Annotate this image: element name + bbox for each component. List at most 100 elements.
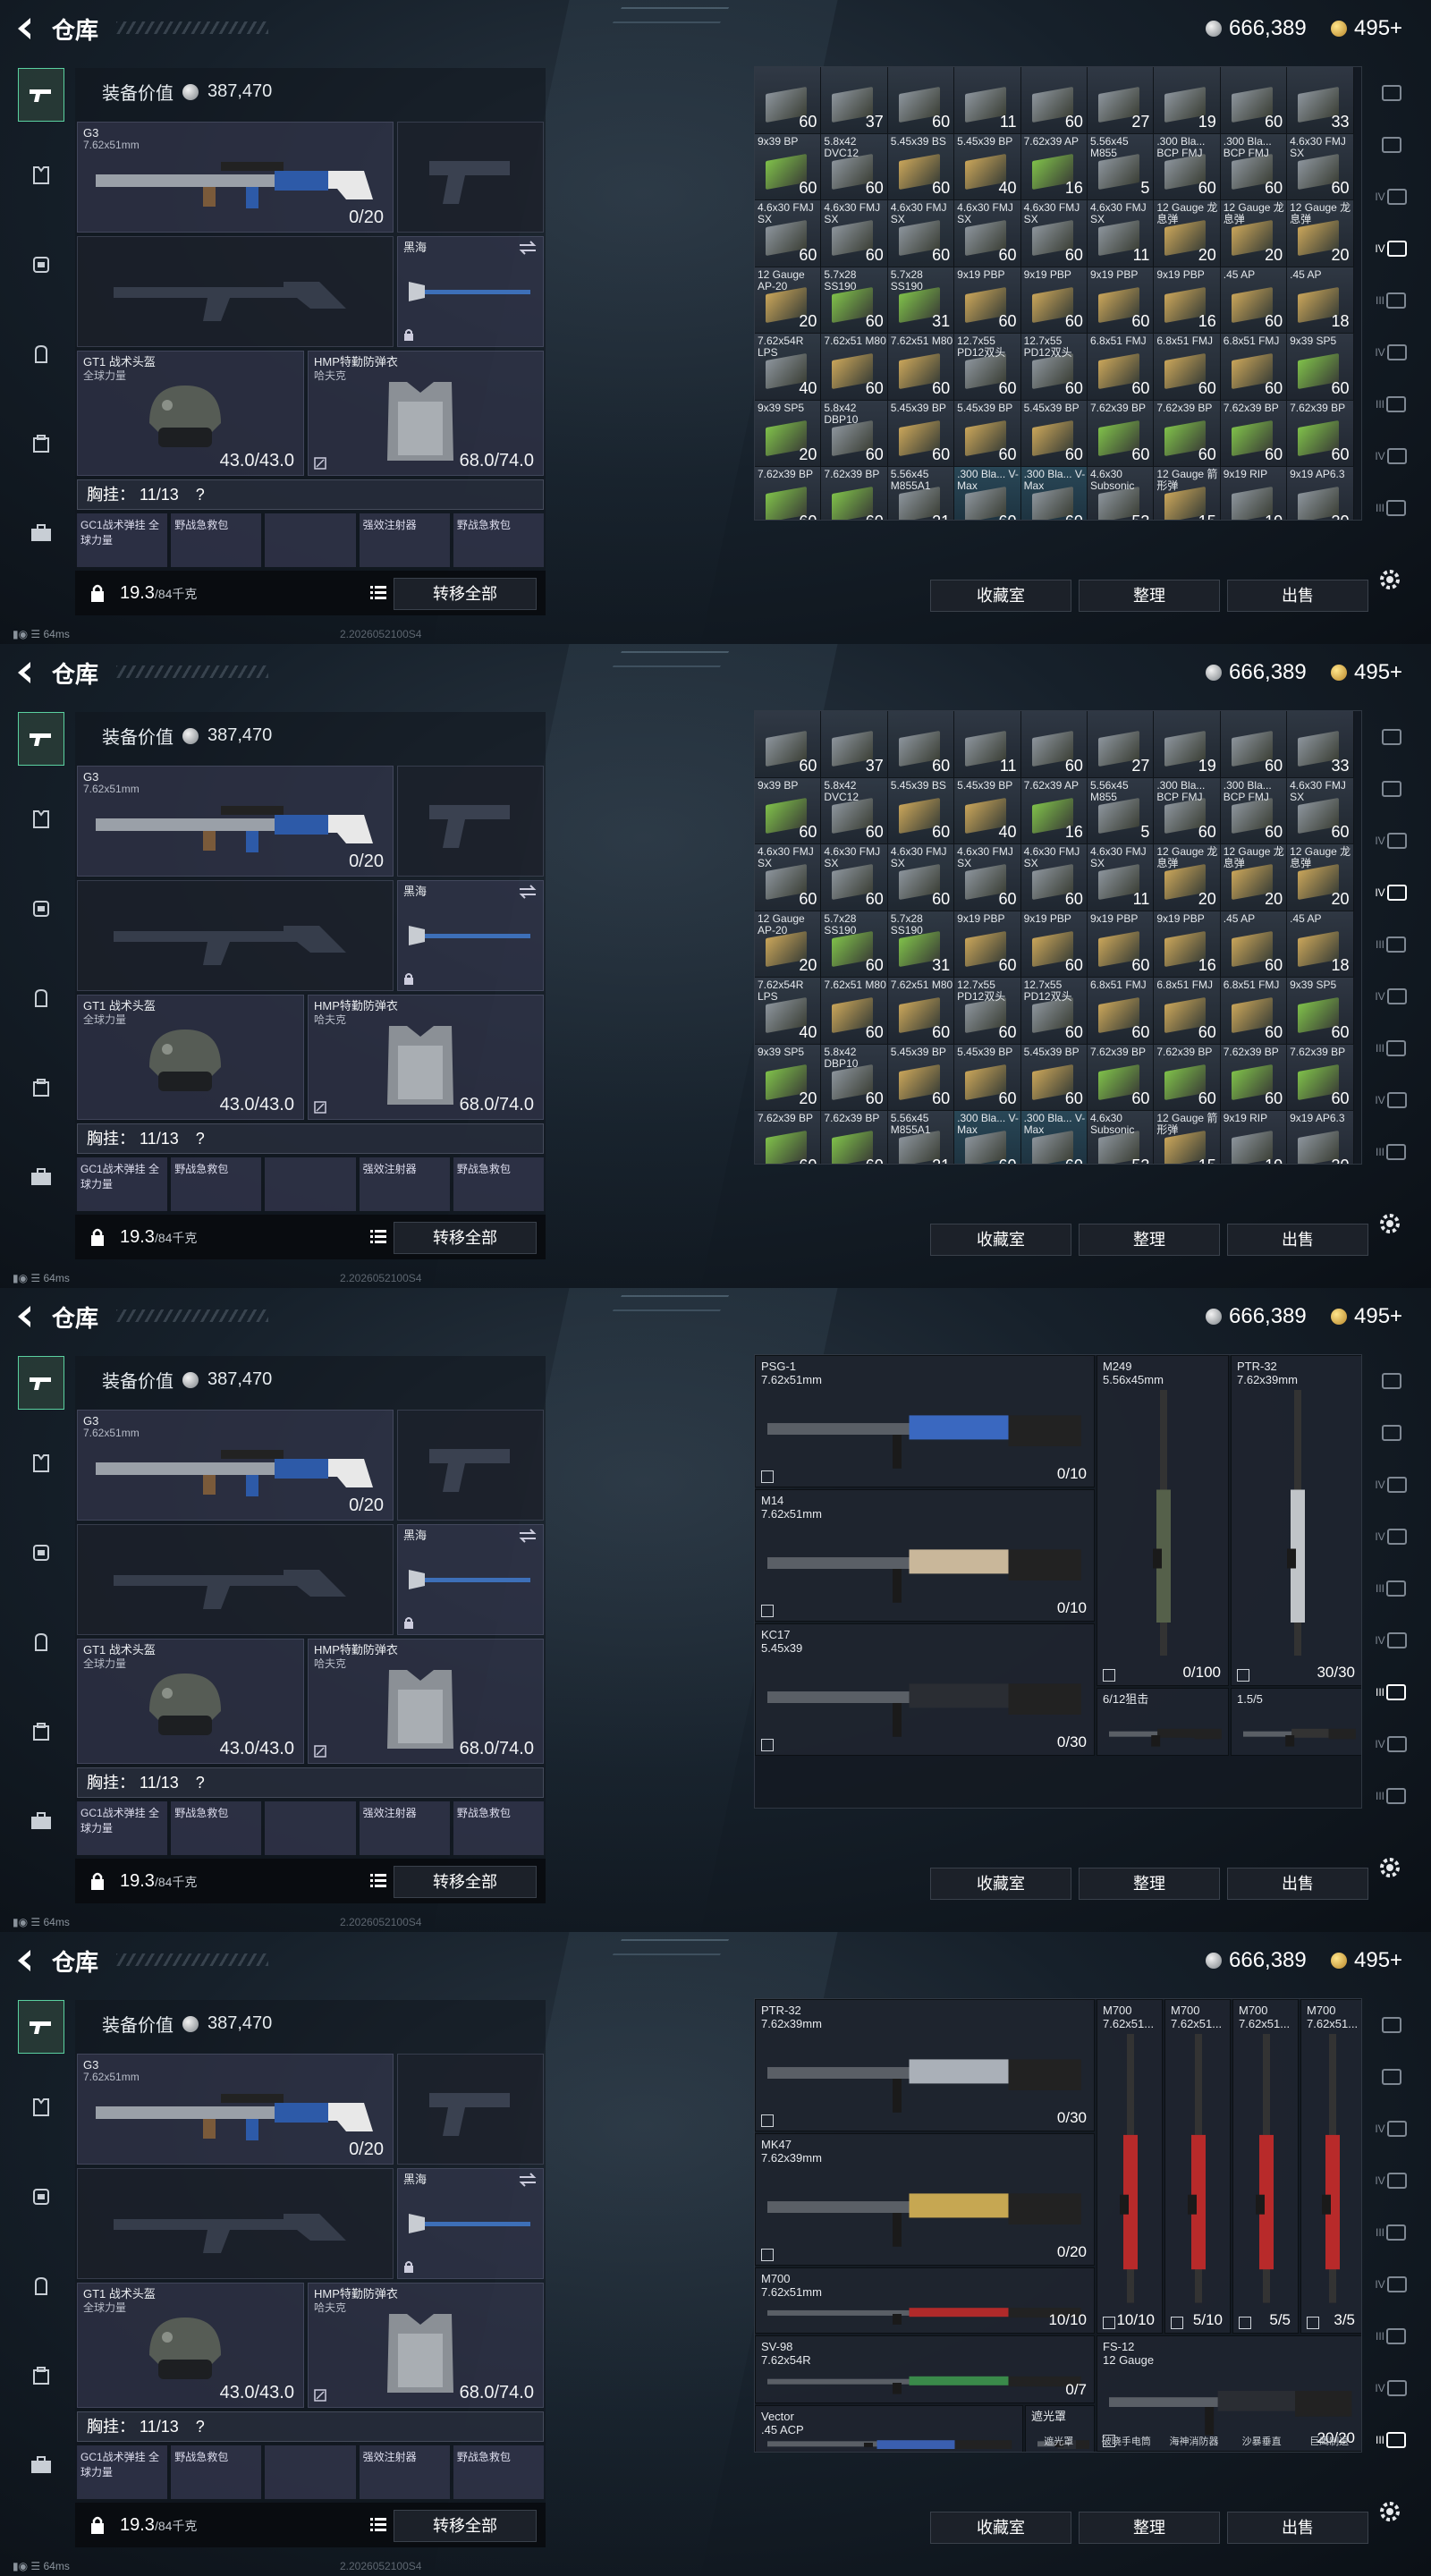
ammo-cell[interactable]: 5.45x39 BP 60 <box>887 1044 955 1111</box>
ammo-cell[interactable]: 12 Gauge AP-20 20 <box>755 911 822 978</box>
tab-case[interactable] <box>18 1061 64 1114</box>
warehouse-page-5[interactable]: III <box>1368 923 1413 966</box>
ammo-cell[interactable]: 60 <box>1220 711 1288 778</box>
tab-chest-rig[interactable] <box>18 2170 64 2224</box>
lock-icon[interactable] <box>89 2515 106 2535</box>
warehouse-page-3[interactable]: IV <box>1368 819 1413 862</box>
ammo-cell[interactable]: .300 Bla... V-Max 60 <box>954 1111 1021 1164</box>
warehouse-page-9[interactable]: III <box>1368 1131 1413 1174</box>
ammo-cell[interactable]: 6.8x51 FMJ 60 <box>1154 978 1221 1045</box>
tab-weapons[interactable] <box>18 1356 64 1410</box>
ammo-cell[interactable]: 12 Gauge 龙息弹 20 <box>1287 200 1354 267</box>
ammo-cell[interactable]: 12.7x55 PD12双头 60 <box>1020 334 1088 401</box>
helmet-slot[interactable]: GT1 战术头盔 全球力量 43.0/43.0 <box>77 351 304 476</box>
ammo-cell[interactable]: 7.62x39 BP 60 <box>755 467 822 520</box>
ammo-cell[interactable]: 4.6x30 Subsonic 53 <box>1087 1111 1155 1164</box>
ammo-cell[interactable]: 33 <box>1287 67 1354 134</box>
ammo-cell[interactable]: 6.8x51 FMJ 60 <box>1220 978 1288 1045</box>
ammo-cell[interactable]: 12.7x55 PD12双头 60 <box>1020 978 1088 1045</box>
ammo-cell[interactable]: 5.56x45 M855 5 <box>1087 777 1155 844</box>
chest-pocket[interactable]: GC1战术弹挂 全球力量 <box>77 2445 168 2499</box>
ammo-cell[interactable]: 9x39 SP5 60 <box>1287 334 1354 401</box>
tab-backpack[interactable] <box>18 1615 64 1669</box>
ammo-cell[interactable]: 4.6x30 FMJ SX 60 <box>954 844 1021 911</box>
ammo-cell[interactable]: 6.8x51 FMJ 60 <box>1087 334 1155 401</box>
ammo-cell[interactable]: 9x19 PBP 60 <box>954 267 1021 334</box>
ammo-cell[interactable]: 9x39 SP5 60 <box>1287 978 1354 1045</box>
melee-slot[interactable]: 黑海 <box>397 2168 544 2279</box>
ammo-cell[interactable]: 5.45x39 BP 60 <box>954 1044 1021 1111</box>
sort-button[interactable]: 整理 <box>1079 1868 1220 1900</box>
tab-armor[interactable] <box>18 2080 64 2134</box>
weapon-item[interactable]: KC17 5.45x39 0/30 <box>755 1623 1095 1756</box>
warehouse-page-9[interactable]: III <box>1368 1775 1413 1818</box>
gold-currency[interactable]: 495+ <box>1331 1304 1402 1329</box>
transfer-all-button[interactable]: 转移全部 <box>394 1866 537 1898</box>
ammo-cell[interactable]: 7.62x51 M80 60 <box>821 978 888 1045</box>
primary-weapon-slot[interactable]: G3 7.62x51mm 0/20 <box>77 1410 394 1521</box>
weapon-item[interactable]: M700 7.62x51... 10/10 <box>1097 1999 1163 2334</box>
list-icon[interactable] <box>370 1229 386 1243</box>
ammo-cell[interactable]: 7.62x39 BP 60 <box>755 1111 822 1164</box>
warehouse-page-4[interactable]: IV <box>1368 227 1413 270</box>
ammo-cell[interactable]: 33 <box>1287 711 1354 778</box>
ammo-cell[interactable]: 5.56x45 M855A1 21 <box>887 467 955 520</box>
ammo-cell[interactable]: 6.8x51 FMJ 60 <box>1154 334 1221 401</box>
warehouse-page-2[interactable] <box>1368 767 1413 810</box>
ammo-cell[interactable]: 9x19 PBP 60 <box>1020 267 1088 334</box>
list-icon[interactable] <box>370 2517 386 2531</box>
ammo-cell[interactable]: 60 <box>887 67 955 134</box>
ammo-cell[interactable]: 5.7x28 SS190 60 <box>821 267 888 334</box>
ammo-cell[interactable]: 9x39 BP 60 <box>755 777 822 844</box>
ammo-cell[interactable]: 9x19 PBP 60 <box>1087 911 1155 978</box>
warehouse-page-3[interactable]: IV <box>1368 1463 1413 1506</box>
warehouse-page-8[interactable]: IV <box>1368 435 1413 478</box>
attachment-name[interactable]: 遮光罩 <box>1025 2434 1093 2452</box>
chest-pocket[interactable]: 强效注射器 <box>359 513 450 567</box>
weapon-item[interactable]: M700 7.62x51... 3/5 <box>1300 1999 1361 2334</box>
chest-pocket[interactable] <box>265 2445 356 2499</box>
warehouse-page-5[interactable]: III <box>1368 1567 1413 1610</box>
sort-button[interactable]: 整理 <box>1079 580 1220 612</box>
chest-pocket[interactable]: GC1战术弹挂 全球力量 <box>77 513 168 567</box>
ammo-cell[interactable]: 5.45x39 BS 60 <box>887 133 955 200</box>
warehouse-page-8[interactable]: IV <box>1368 2367 1413 2410</box>
gold-currency[interactable]: 495+ <box>1331 16 1402 41</box>
sort-button[interactable]: 整理 <box>1079 1224 1220 1256</box>
back-arrow-icon[interactable] <box>14 1304 36 1329</box>
ammo-cell[interactable]: 9x39 SP5 20 <box>755 1044 822 1111</box>
ammo-cell[interactable]: 60 <box>1220 67 1288 134</box>
secondary-weapon-slot[interactable] <box>77 1524 394 1635</box>
weapon-item[interactable]: M700 7.62x51... 5/5 <box>1232 1999 1299 2334</box>
list-icon[interactable] <box>370 1873 386 1887</box>
ammo-cell[interactable]: 4.6x30 FMJ SX 60 <box>1287 777 1354 844</box>
vault-button[interactable]: 收藏室 <box>930 1868 1071 1900</box>
ammo-cell[interactable]: 12 Gauge 龙息弹 20 <box>1220 844 1288 911</box>
ammo-cell[interactable]: 4.6x30 FMJ SX 60 <box>1020 844 1088 911</box>
lock-icon[interactable] <box>89 1871 106 1891</box>
chest-pocket[interactable]: 野战急救包 <box>171 513 262 567</box>
ammo-cell[interactable]: 7.62x39 BP 60 <box>821 467 888 520</box>
ammo-cell[interactable]: .300 Bla... BCP FMJ 60 <box>1220 133 1288 200</box>
back-arrow-icon[interactable] <box>14 1948 36 1973</box>
armor-slot[interactable]: HMP特勤防弹衣 哈夫克 68.0/74.0 <box>308 351 544 476</box>
ammo-cell[interactable]: 11 <box>954 67 1021 134</box>
ammo-cell[interactable]: 7.62x39 BP 60 <box>1220 1044 1288 1111</box>
ammo-cell[interactable]: 7.62x39 AP 16 <box>1020 777 1088 844</box>
ammo-cell[interactable]: 7.62x54R LPS 40 <box>755 978 822 1045</box>
ammo-cell[interactable]: 4.6x30 FMJ SX 60 <box>954 200 1021 267</box>
warehouse-page-8[interactable]: IV <box>1368 1723 1413 1766</box>
ammo-cell[interactable]: 37 <box>821 67 888 134</box>
ammo-cell[interactable]: .300 Bla... V-Max 60 <box>1020 467 1088 520</box>
chest-pocket[interactable]: 强效注射器 <box>359 2445 450 2499</box>
tab-backpack[interactable] <box>18 2259 64 2313</box>
transfer-all-button[interactable]: 转移全部 <box>394 578 537 610</box>
secondary-weapon-slot[interactable] <box>77 2168 394 2279</box>
chest-rig-header[interactable]: 胸挂： 11/13 ? <box>77 2411 544 2442</box>
chest-pocket[interactable] <box>265 513 356 567</box>
swap-icon[interactable] <box>518 241 538 255</box>
secondary-weapon-slot[interactable] <box>77 236 394 347</box>
warehouse-page-6[interactable]: IV <box>1368 975 1413 1018</box>
help-icon[interactable]: ? <box>196 2418 205 2436</box>
sort-button[interactable]: 整理 <box>1079 2512 1220 2544</box>
